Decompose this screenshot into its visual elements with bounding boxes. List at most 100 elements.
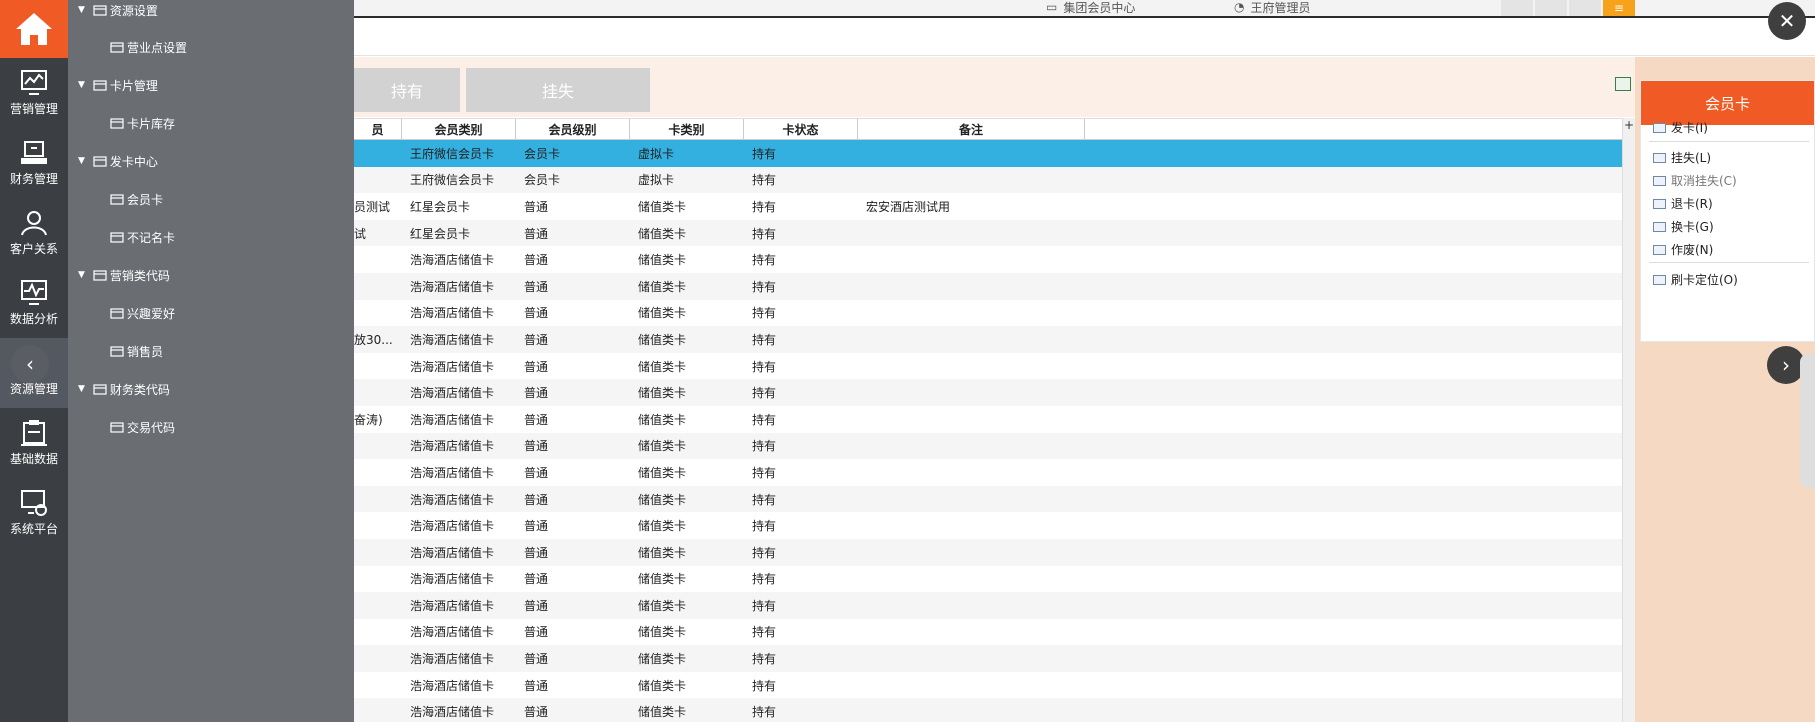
submenu-item-6[interactable]: 不记名卡 bbox=[110, 227, 175, 247]
table-cell: 普通 bbox=[524, 465, 549, 480]
toolbar-button-1[interactable] bbox=[1501, 0, 1533, 16]
table-row[interactable]: 浩海酒店储值卡 普通 储值类卡 持有 bbox=[354, 538, 1622, 566]
code-icon bbox=[93, 270, 107, 281]
table-cell: 持有 bbox=[752, 519, 777, 534]
submenu-item-2[interactable]: ▼ 卡片管理 bbox=[78, 75, 158, 95]
card-action-label: 刷卡定位(O) bbox=[1671, 273, 1738, 287]
rail-item-6[interactable]: 系统平台 bbox=[0, 478, 68, 548]
table-row[interactable]: 浩海酒店储值卡 普通 储值类卡 持有 bbox=[354, 645, 1622, 672]
submenu-item-label: 营业点设置 bbox=[127, 40, 188, 55]
tab-holding[interactable]: 持有 bbox=[354, 68, 460, 112]
table-row[interactable]: 试 红星会员卡 普通 储值类卡 持有 bbox=[354, 219, 1622, 247]
analysis-icon bbox=[21, 280, 47, 305]
table-row[interactable]: 员测试 红星会员卡 普通 储值类卡 持有 宏安酒店测试用 bbox=[354, 193, 1622, 220]
submenu-item-1[interactable]: 营业点设置 bbox=[110, 37, 187, 57]
submenu-item-8[interactable]: 兴趣爱好 bbox=[110, 303, 175, 323]
table-row[interactable]: 浩海酒店储值卡 普通 储值类卡 持有 bbox=[354, 246, 1622, 273]
table-cell bbox=[354, 167, 402, 194]
table-cell bbox=[858, 300, 1085, 327]
add-column-button[interactable]: + bbox=[1623, 118, 1635, 138]
table-cell: 员测试 bbox=[354, 199, 391, 214]
export-excel-icon[interactable] bbox=[1615, 77, 1631, 91]
table-row[interactable]: 浩海酒店储值卡 普通 储值类卡 持有 bbox=[354, 672, 1622, 699]
column-header-1[interactable]: 会员类别 bbox=[402, 119, 516, 139]
submenu-item-7[interactable]: ▼ 营销类代码 bbox=[78, 265, 170, 285]
card-action-5[interactable]: 作废(N) bbox=[1653, 241, 1713, 258]
table-cell: 持有 bbox=[752, 465, 777, 480]
collapse-menu-button[interactable]: ‹ bbox=[11, 345, 49, 383]
rail-item-label: 客户关系 bbox=[9, 242, 58, 256]
side-drawer-handle[interactable] bbox=[1800, 354, 1815, 488]
close-button[interactable]: ✕ bbox=[1768, 2, 1806, 40]
card-action-6[interactable]: 刷卡定位(O) bbox=[1653, 271, 1738, 288]
table-cell: 浩海酒店储值卡 bbox=[410, 306, 495, 321]
table-cell bbox=[354, 300, 402, 327]
column-header-3[interactable]: 卡类别 bbox=[630, 119, 744, 139]
table-cell bbox=[858, 566, 1085, 593]
rail-item-0[interactable]: 营销管理 bbox=[0, 58, 68, 128]
table-row[interactable]: 浩海酒店储值卡 普通 储值类卡 持有 bbox=[354, 485, 1622, 513]
rail-item-3[interactable]: 数据分析 bbox=[0, 268, 68, 338]
table-row[interactable]: 浩海酒店储值卡 普通 储值类卡 持有 bbox=[354, 512, 1622, 539]
submenu-item-11[interactable]: 交易代码 bbox=[110, 417, 175, 437]
user-menu[interactable]: ◔ 王府管理员 bbox=[1234, 0, 1311, 15]
card-action-3[interactable]: 退卡(R) bbox=[1653, 195, 1713, 212]
table-cell: 浩海酒店储值卡 bbox=[410, 545, 495, 560]
table-row[interactable]: 浩海酒店储值卡 普通 储值类卡 持有 bbox=[354, 300, 1622, 327]
column-header-0[interactable]: 员 bbox=[354, 119, 402, 139]
grid-vertical-scrollbar[interactable]: + bbox=[1622, 118, 1635, 722]
table-row[interactable]: 奋涛) 浩海酒店储值卡 普通 储值类卡 持有 bbox=[354, 406, 1622, 433]
table-row[interactable]: 王府微信会员卡 会员卡 虚拟卡 持有 bbox=[354, 140, 1622, 167]
toolbar-button-3[interactable] bbox=[1569, 0, 1601, 16]
table-row[interactable]: 浩海酒店储值卡 普通 储值类卡 持有 bbox=[354, 353, 1622, 380]
table-row[interactable]: 浩海酒店储值卡 普通 储值类卡 持有 bbox=[354, 566, 1622, 593]
settings-monitor-icon bbox=[21, 490, 47, 516]
table-row[interactable]: 浩海酒店储值卡 普通 储值类卡 持有 bbox=[354, 698, 1622, 722]
table-cell: 储值类卡 bbox=[638, 412, 687, 427]
table-row[interactable]: 浩海酒店储值卡 普通 储值类卡 持有 bbox=[354, 592, 1622, 619]
center-switcher[interactable]: ▭ 集团会员中心 bbox=[1046, 0, 1135, 15]
column-header-2[interactable]: 会员级别 bbox=[516, 119, 630, 139]
card-action-label: 作废(N) bbox=[1671, 243, 1714, 257]
submenu-item-0[interactable]: ▼ 资源设置 bbox=[78, 0, 158, 20]
table-row[interactable]: 浩海酒店储值卡 普通 储值类卡 持有 bbox=[354, 459, 1622, 486]
table-cell bbox=[858, 167, 1085, 194]
table-cell bbox=[858, 592, 1085, 619]
card-action-1[interactable]: 挂失(L) bbox=[1653, 149, 1711, 166]
submenu-item-10[interactable]: ▼ 财务类代码 bbox=[78, 379, 170, 399]
submenu-item-9[interactable]: 销售员 bbox=[110, 341, 163, 361]
submenu-item-4[interactable]: ▼ 发卡中心 bbox=[78, 151, 158, 171]
toolbar-button-2[interactable] bbox=[1535, 0, 1567, 16]
card-action-icon bbox=[1653, 244, 1666, 255]
rail-item-1[interactable]: 财务管理 bbox=[0, 128, 68, 198]
home-button[interactable] bbox=[0, 0, 68, 58]
table-row[interactable]: 放30... 浩海酒店储值卡 普通 储值类卡 持有 bbox=[354, 326, 1622, 353]
rail-item-2[interactable]: 客户关系 bbox=[0, 198, 68, 268]
table-cell bbox=[858, 406, 1085, 433]
table-cell: 奋涛) bbox=[354, 412, 383, 427]
table-cell: 储值类卡 bbox=[638, 439, 687, 454]
menu-button[interactable]: ≡ bbox=[1603, 0, 1635, 16]
table-cell: 虚拟卡 bbox=[638, 173, 675, 188]
card-action-0[interactable]: 发卡(I) bbox=[1653, 119, 1708, 136]
column-header-4[interactable]: 卡状态 bbox=[744, 119, 858, 139]
tab-lost[interactable]: 挂失 bbox=[466, 68, 650, 112]
table-row[interactable]: 浩海酒店储值卡 普通 储值类卡 持有 bbox=[354, 432, 1622, 460]
submenu-item-3[interactable]: 卡片库存 bbox=[110, 113, 175, 133]
caret-down-icon: ▼ bbox=[78, 5, 85, 15]
table-cell bbox=[858, 353, 1085, 380]
table-cell: 普通 bbox=[524, 306, 549, 321]
rail-item-5[interactable]: 基础数据 bbox=[0, 408, 68, 478]
table-cell: 持有 bbox=[752, 359, 777, 374]
table-row[interactable]: 浩海酒店储值卡 普通 储值类卡 持有 bbox=[354, 619, 1622, 646]
table-row[interactable]: 浩海酒店储值卡 普通 储值类卡 持有 bbox=[354, 272, 1622, 300]
table-row[interactable]: 浩海酒店储值卡 普通 储值类卡 持有 bbox=[354, 379, 1622, 406]
submenu-item-5[interactable]: 会员卡 bbox=[110, 189, 163, 209]
card-action-2[interactable]: 取消挂失(C) bbox=[1653, 172, 1737, 189]
submenu-item-label: 交易代码 bbox=[127, 420, 176, 435]
submenu-item-label: 兴趣爱好 bbox=[127, 306, 176, 321]
table-row[interactable]: 王府微信会员卡 会员卡 虚拟卡 持有 bbox=[354, 166, 1622, 194]
table-cell: 普通 bbox=[524, 226, 549, 241]
card-action-4[interactable]: 换卡(G) bbox=[1653, 218, 1714, 235]
column-header-5[interactable]: 备注 bbox=[858, 119, 1085, 139]
